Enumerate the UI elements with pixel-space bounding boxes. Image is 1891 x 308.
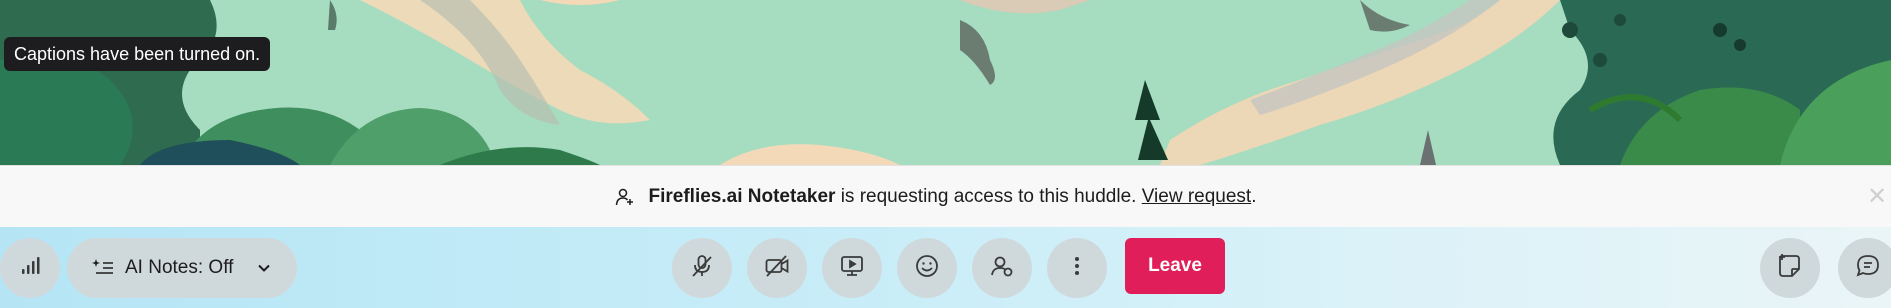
emoji-icon — [913, 252, 941, 285]
requester-name: Fireflies.ai Notetaker — [648, 186, 836, 207]
invite-people-button[interactable] — [972, 238, 1032, 298]
huddle-background: Captions have been turned on. — [0, 0, 1891, 165]
chat-icon — [1854, 252, 1882, 285]
close-icon[interactable]: ✕ — [1865, 185, 1889, 209]
mute-button[interactable] — [672, 238, 732, 298]
add-note-button[interactable] — [1760, 238, 1820, 298]
video-button[interactable] — [747, 238, 807, 298]
chat-button[interactable] — [1838, 238, 1891, 298]
add-note-icon — [1776, 252, 1804, 285]
signal-icon — [16, 252, 44, 285]
banner-period: . — [1251, 186, 1257, 207]
ai-notes-label: AI Notes: Off — [125, 257, 234, 278]
access-request-banner: Fireflies.ai Notetaker is requesting acc… — [0, 165, 1891, 228]
connection-button[interactable] — [0, 238, 60, 298]
access-request-message: Fireflies.ai Notetaker is requesting acc… — [615, 186, 1257, 208]
person-add-icon — [615, 187, 635, 207]
huddle-control-bar: AI Notes: Off Leave — [0, 227, 1891, 308]
share-screen-button[interactable] — [822, 238, 882, 298]
mic-off-icon — [688, 252, 716, 285]
chevron-down-icon — [257, 261, 271, 275]
background-illustration — [0, 0, 1891, 165]
request-text: is requesting access to this huddle. — [835, 186, 1142, 207]
more-options-button[interactable] — [1047, 238, 1107, 298]
leave-button[interactable]: Leave — [1125, 238, 1225, 294]
video-off-icon — [763, 252, 791, 285]
more-icon — [1063, 252, 1091, 285]
screen-share-icon — [838, 252, 866, 285]
captions-toast: Captions have been turned on. — [4, 37, 271, 71]
view-request-link[interactable]: View request — [1142, 186, 1252, 207]
invite-people-icon — [988, 252, 1016, 285]
ai-notes-icon — [91, 256, 115, 280]
ai-notes-toggle[interactable]: AI Notes: Off — [67, 238, 297, 298]
reactions-button[interactable] — [897, 238, 957, 298]
